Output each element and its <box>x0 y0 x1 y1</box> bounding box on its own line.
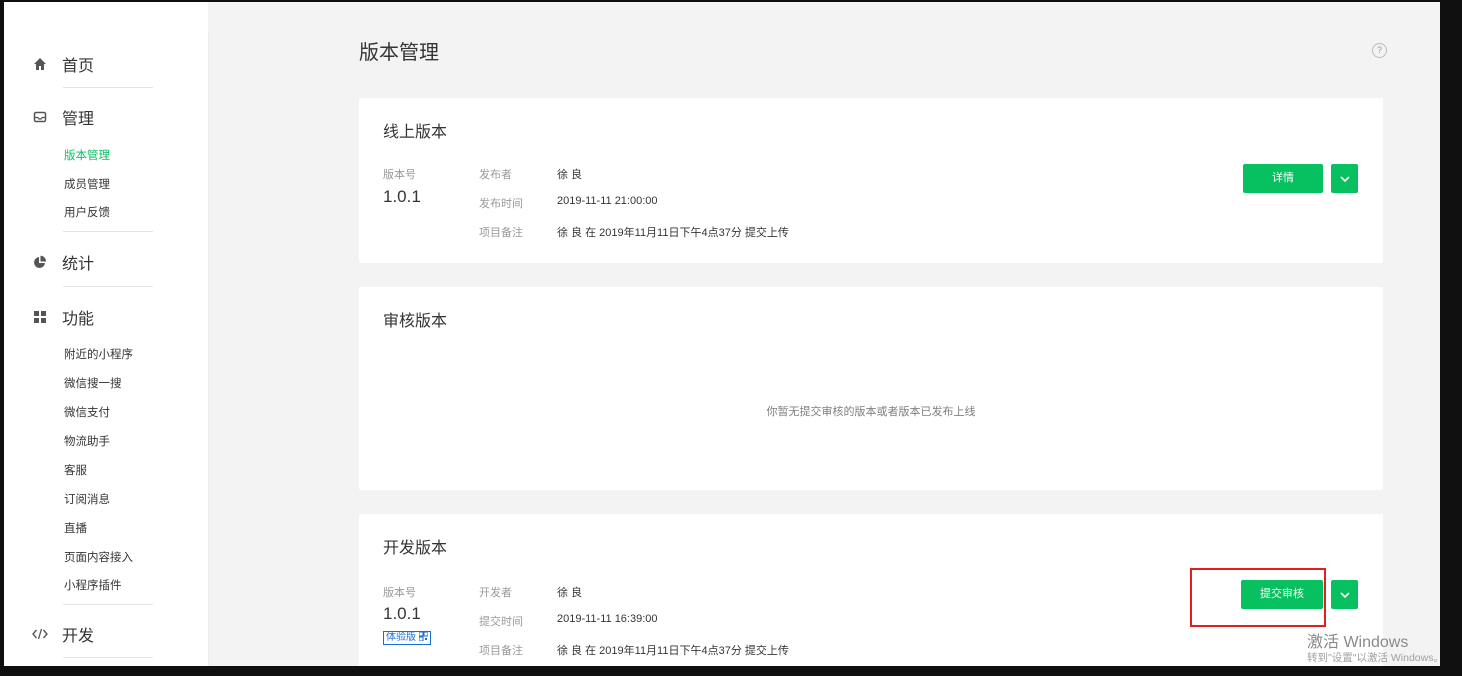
trial-version-label: 体验版 <box>386 632 416 643</box>
detail-button[interactable]: 详情 <box>1243 164 1323 193</box>
app-window: 首页 管理 版本管理 成员管理 用户反馈 统计 功能 附近的小程序 微信搜一搜 <box>4 2 1440 666</box>
divider <box>63 657 153 658</box>
nav-features-label: 功能 <box>62 311 95 328</box>
nav-home[interactable]: 首页 <box>32 52 94 76</box>
qrcode-icon <box>418 631 429 642</box>
sidebar-item-wechat-search[interactable]: 微信搜一搜 <box>64 375 122 391</box>
nav-features[interactable]: 功能 <box>32 305 94 329</box>
sidebar-item-user-feedback[interactable]: 用户反馈 <box>64 204 110 220</box>
note-label: 项目备注 <box>479 645 523 657</box>
nav-dev-label: 开发 <box>62 628 95 645</box>
note-value: 徐 良 在 2019年11月11日下午4点37分 提交上传 <box>557 227 789 239</box>
divider <box>63 286 153 287</box>
card-title: 开发版本 <box>383 540 448 557</box>
submit-time-value: 2019-11-11 16:39:00 <box>557 613 658 625</box>
sidebar-item-logistics[interactable]: 物流助手 <box>64 433 110 449</box>
card-title: 线上版本 <box>383 124 448 141</box>
divider <box>63 604 153 605</box>
home-icon <box>32 56 48 72</box>
more-dropdown-button[interactable] <box>1331 164 1358 193</box>
sidebar-item-member-manage[interactable]: 成员管理 <box>64 176 110 192</box>
developer-label: 开发者 <box>479 587 512 599</box>
nav-manage[interactable]: 管理 <box>32 105 94 129</box>
nav-stats-label: 统计 <box>62 256 95 273</box>
note-label: 项目备注 <box>479 227 523 239</box>
version-number: 1.0.1 <box>383 187 421 206</box>
grid-icon <box>32 309 48 325</box>
windows-activation-hint: 转到"设置"以激活 Windows。 <box>1307 652 1444 664</box>
publisher-value: 徐 良 <box>557 169 583 181</box>
publish-time-value: 2019-11-11 21:00:00 <box>557 195 658 207</box>
chevron-down-icon <box>1339 591 1350 598</box>
sidebar-item-live[interactable]: 直播 <box>64 520 87 536</box>
page-title: 版本管理 <box>359 42 439 64</box>
sidebar-item-version-manage[interactable]: 版本管理 <box>64 147 110 163</box>
main-content: 版本管理 ? 线上版本 版本号 1.0.1 发布者 徐 良 发布时间 2019-… <box>209 2 1440 666</box>
sidebar-item-wechat-pay[interactable]: 微信支付 <box>64 404 110 420</box>
windows-activation-title: 激活 Windows <box>1307 634 1409 651</box>
version-label: 版本号 <box>383 169 416 181</box>
nav-stats[interactable]: 统计 <box>32 250 94 274</box>
nav-home-label: 首页 <box>62 58 95 75</box>
review-version-card: 审核版本 你暂无提交审核的版本或者版本已发布上线 <box>359 287 1383 490</box>
sidebar-item-subscribe-message[interactable]: 订阅消息 <box>64 491 110 507</box>
inbox-icon <box>32 109 48 125</box>
empty-state-text: 你暂无提交审核的版本或者版本已发布上线 <box>766 406 976 418</box>
publish-time-label: 发布时间 <box>479 198 523 210</box>
note-value: 徐 良 在 2019年11月11日下午4点37分 提交上传 <box>557 645 789 657</box>
version-number: 1.0.1 <box>383 604 421 623</box>
divider <box>63 231 153 232</box>
sidebar-item-nearby-miniprogram[interactable]: 附近的小程序 <box>64 346 133 362</box>
developer-value: 徐 良 <box>557 587 583 599</box>
submit-time-label: 提交时间 <box>479 616 523 628</box>
sidebar-item-plugin[interactable]: 小程序插件 <box>64 577 122 593</box>
pie-chart-icon <box>32 254 48 270</box>
version-label: 版本号 <box>383 587 416 599</box>
divider <box>63 87 153 88</box>
more-dropdown-button[interactable] <box>1331 580 1358 609</box>
card-title: 审核版本 <box>383 313 448 330</box>
publisher-label: 发布者 <box>479 169 512 181</box>
sidebar: 首页 管理 版本管理 成员管理 用户反馈 统计 功能 附近的小程序 微信搜一搜 <box>4 2 208 666</box>
nav-dev[interactable]: 开发 <box>32 622 94 646</box>
nav-manage-label: 管理 <box>62 111 95 128</box>
chevron-down-icon <box>1339 175 1350 182</box>
highlight-box <box>1190 568 1326 627</box>
code-icon <box>32 626 48 642</box>
trial-version-tag[interactable]: 体验版 <box>383 631 431 645</box>
sidebar-item-customer-service[interactable]: 客服 <box>64 462 87 478</box>
help-icon[interactable]: ? <box>1372 43 1387 58</box>
online-version-card: 线上版本 版本号 1.0.1 发布者 徐 良 发布时间 2019-11-11 2… <box>359 98 1383 263</box>
sidebar-item-page-content[interactable]: 页面内容接入 <box>64 549 133 565</box>
